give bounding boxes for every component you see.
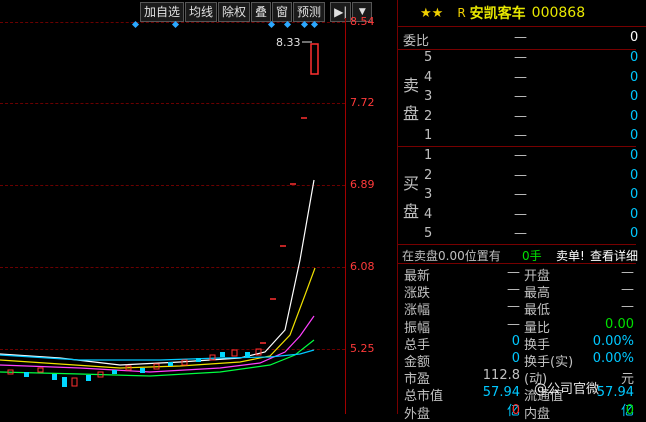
quote-value: 112.8 (482, 368, 520, 384)
sell-level-qty: 0 (630, 69, 639, 85)
order-status-hands: 0手 (522, 249, 542, 263)
buy-level-number: 5 (424, 226, 433, 241)
buy-level-qty: 0 (630, 206, 639, 222)
quote-label: 金额 (404, 355, 431, 370)
quote-label: 总市值 (404, 389, 444, 405)
stock-code: 000868 (531, 5, 586, 21)
buy-level-price: — (514, 206, 527, 222)
sell-level-number: 4 (424, 69, 433, 85)
quote-label: 总手 (404, 337, 431, 353)
quote-value: — (507, 316, 520, 332)
price-tick: 6.89 (350, 178, 375, 191)
sell-level-number: 2 (424, 108, 433, 124)
sell-prompt: 卖单! (556, 249, 585, 263)
buy-level-price: — (514, 187, 527, 202)
quote-label: 内盘 (524, 406, 551, 422)
order-ratio-label: 委比 (403, 34, 430, 49)
quote-value: — (621, 299, 634, 315)
buy-side-label: 买盘 (403, 174, 420, 221)
sell-level-qty: 0 (630, 128, 639, 143)
quote-label: 涨幅 (404, 303, 431, 319)
quote-label: 最低 (524, 303, 551, 319)
sell-level-price: — (514, 69, 527, 85)
quote-value: 0.00 (605, 316, 634, 332)
star-icon[interactable]: ★★ (420, 6, 443, 21)
candle (310, 43, 319, 75)
order-status-text: 在卖盘0.00位置有 (402, 249, 501, 263)
sell-level-qty: 0 (630, 108, 639, 124)
quote-label: 振幅 (404, 320, 431, 336)
order-ratio-value: — (514, 30, 527, 45)
quote-value: 0 (511, 402, 520, 418)
r-badge: R (457, 6, 466, 20)
info-diamond-icon (300, 20, 309, 29)
buy-level-number: 1 (424, 148, 433, 163)
buy-level-number: 2 (424, 167, 433, 183)
buy-level-number: 3 (424, 187, 433, 202)
sell-level-number: 3 (424, 89, 433, 104)
info-diamond-icon (310, 20, 319, 29)
quote-value: — (507, 299, 520, 315)
info-diamond-icon (171, 20, 180, 29)
buy-level-qty: 0 (630, 148, 639, 163)
sell-level-qty: 0 (630, 89, 639, 104)
buy-level-number: 4 (424, 206, 433, 222)
buy-level-price: — (514, 167, 527, 183)
quote-label: 最新 (404, 269, 431, 284)
quote-value: 0.00% (592, 333, 634, 349)
sell-level-number: 5 (424, 50, 433, 65)
quote-value: 0.00% (592, 351, 634, 366)
quote-label: 开盘 (524, 269, 551, 284)
buy-level-qty: 0 (630, 226, 639, 241)
quote-value: 0 (511, 333, 520, 349)
quote-label: 换手 (524, 337, 551, 353)
kline-chart[interactable]: 加自选 均线 除权 叠 窗 预测 ▶| ▼ 8.54 7.72 6.89 6.0… (0, 0, 397, 414)
quote-value: 0 (625, 402, 634, 418)
quote-label: 换手(实) (524, 355, 574, 370)
view-detail-link[interactable]: 查看详细 (590, 247, 638, 264)
quote-label: 市盈 (404, 372, 431, 388)
quote-value: — (621, 265, 634, 280)
quote-label: 外盘 (404, 406, 431, 422)
quote-panel: ★★ R 安凯客车 000868 委比 — 0 卖盘 5—0 4—0 3—0 2—0 1… (397, 0, 646, 422)
stock-name: 安凯客车 (469, 6, 526, 22)
price-tick: 7.72 (350, 96, 375, 109)
info-diamond-icon (283, 20, 292, 29)
sell-level-number: 1 (424, 128, 433, 143)
quote-label: 涨跌 (404, 286, 431, 302)
sell-level-price: — (514, 128, 527, 143)
price-tick: 6.08 (350, 260, 375, 273)
buy-level-price: — (514, 148, 527, 163)
candlestick-plot (0, 20, 319, 387)
buy-level-qty: 0 (630, 167, 639, 183)
sell-side-label: 卖盘 (403, 76, 420, 123)
sell-level-price: — (514, 89, 527, 104)
quote-label: 量比 (524, 320, 551, 336)
buy-level-qty: 0 (630, 187, 639, 202)
price-tick: 5.25 (350, 342, 375, 355)
quote-value: 0 (511, 351, 520, 366)
quote-value: — (621, 282, 634, 298)
stock-header: ★★ R 安凯客车 000868 (398, 0, 646, 27)
quote-value: — (507, 282, 520, 298)
info-diamond-icon (131, 20, 140, 29)
info-diamond-icon (267, 20, 276, 29)
sell-level-price: — (514, 108, 527, 124)
price-axis (345, 18, 346, 414)
quote-label: 最高 (524, 286, 551, 302)
sell-level-price: — (514, 50, 527, 65)
order-ratio-qty: 0 (630, 30, 639, 45)
price-tick: 8.54 (350, 15, 375, 28)
quote-value: — (507, 265, 520, 280)
watermark: @公司官微 (534, 382, 600, 397)
buy-level-price: — (514, 226, 527, 241)
sell-level-qty: 0 (630, 50, 639, 65)
